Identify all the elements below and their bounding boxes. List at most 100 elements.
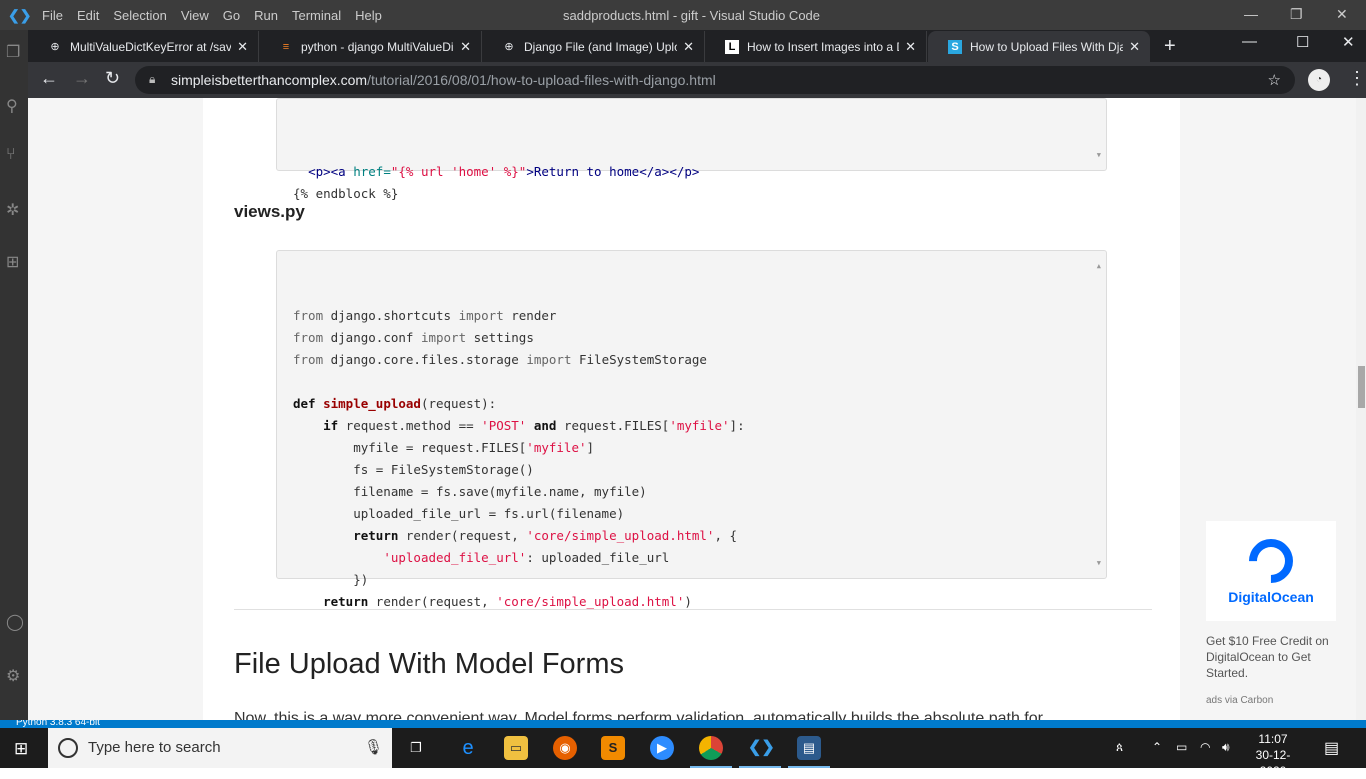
action-center-icon[interactable]: ▤ — [1324, 738, 1339, 758]
task-view-icon[interactable]: ❐ — [404, 736, 428, 760]
code-token: return — [323, 594, 369, 609]
code-scroll-down-icon[interactable]: ▼ — [1097, 144, 1101, 166]
code-token: >Return to home</a></p> — [526, 164, 700, 179]
code-token: 'myfile' — [526, 440, 587, 455]
edge-icon[interactable]: e — [456, 736, 480, 760]
back-arrow-icon[interactable]: ← — [40, 68, 58, 89]
browser-tab[interactable]: L How to Insert Images into a Database ✕ — [705, 31, 927, 62]
kebab-menu-icon[interactable]: ⋮ — [1348, 68, 1366, 89]
code-token: ] — [586, 440, 595, 455]
debug-icon[interactable]: ✲ — [6, 200, 19, 220]
code-token: 'POST' — [481, 418, 527, 433]
taskbar-clock[interactable]: 11:07 30-12-2020 — [1244, 731, 1302, 779]
browser-minimize-icon[interactable]: — — [1242, 33, 1257, 50]
vscode-taskbar-icon[interactable]: ❮❯ — [748, 736, 775, 760]
browser-tab[interactable]: ⊕ Django File (and Image) Uploads ✕ — [482, 31, 705, 62]
code-token: django.core.files.storage — [323, 352, 527, 367]
python-interpreter[interactable]: Python 3.8.3 64-bit — [16, 720, 100, 728]
close-tab-icon[interactable]: ✕ — [683, 39, 694, 55]
windows-start-icon[interactable]: ⊞ — [14, 739, 28, 759]
new-tab-icon[interactable]: + — [1164, 35, 1176, 58]
wifi-icon[interactable]: ◠ — [1200, 740, 1210, 754]
tray-chevron-up-icon[interactable]: ⌃ — [1152, 740, 1162, 754]
globe-icon: ⊕ — [50, 40, 60, 53]
app-taskbar-icon[interactable]: ▤ — [797, 736, 821, 760]
menu-terminal[interactable]: Terminal — [292, 8, 341, 23]
vscode-maximize-icon[interactable]: ❐ — [1290, 6, 1303, 23]
profile-avatar-icon[interactable]: ◔ — [1308, 69, 1330, 91]
menu-help[interactable]: Help — [355, 8, 382, 23]
lock-icon: 🔒︎ — [149, 72, 156, 86]
settings-gear-icon[interactable]: ⚙ — [6, 666, 20, 686]
forward-arrow-icon[interactable]: → — [73, 68, 91, 89]
code-token: ) — [684, 594, 692, 609]
code-token: render — [503, 308, 557, 323]
code-token: filename = fs.save(myfile.name, myfile) — [293, 484, 647, 499]
reload-icon[interactable]: ↻ — [105, 68, 120, 89]
browser-maximize-icon[interactable]: ☐ — [1296, 33, 1309, 51]
code-line: if request.method == 'POST' and request.… — [293, 415, 1106, 437]
firefox-icon[interactable]: ◉ — [553, 736, 577, 760]
source-control-icon[interactable]: ⑂ — [6, 146, 16, 164]
people-icon[interactable]: ጰ — [1116, 740, 1123, 755]
volume-icon[interactable]: 🔊︎ — [1222, 740, 1230, 755]
code-token: from — [293, 308, 324, 323]
carbon-ad[interactable]: DigitalOcean Get $10 Free Credit on Digi… — [1206, 521, 1336, 706]
menu-selection[interactable]: Selection — [113, 8, 166, 23]
code-line: myfile = request.FILES['myfile'] — [293, 437, 1106, 459]
menu-file[interactable]: File — [42, 8, 63, 23]
file-explorer-icon[interactable]: ▭ — [504, 736, 528, 760]
close-tab-icon[interactable]: ✕ — [237, 39, 248, 55]
page-scrollbar[interactable] — [1356, 98, 1366, 720]
search-icon[interactable]: ⚲ — [6, 96, 18, 116]
vscode-logo-icon[interactable]: ❮❯ — [8, 7, 31, 24]
battery-icon[interactable]: ▭ — [1176, 740, 1187, 754]
menu-run[interactable]: Run — [254, 8, 278, 23]
browser-tab[interactable]: ⊕ MultiValueDictKeyError at /save ✕ — [28, 31, 259, 62]
bookmark-star-icon[interactable]: ☆ — [1268, 71, 1281, 89]
code-scroll-down-icon[interactable]: ▼ — [1097, 552, 1101, 574]
tab-title: python - django MultiValueDictKeyError — [301, 39, 454, 54]
windows-taskbar: ⊞ Type here to search 🎙︎ ❐ e ▭ ◉ S ▶ ❮❯ … — [0, 728, 1366, 778]
code-line: return render(request, 'core/simple_uplo… — [293, 525, 1106, 547]
address-bar[interactable]: 🔒︎ simpleisbetterthancomplex.com/tutoria… — [135, 66, 1295, 94]
account-icon[interactable]: ◯ — [6, 612, 24, 632]
close-tab-icon[interactable]: ✕ — [905, 39, 916, 55]
sublime-text-icon[interactable]: S — [601, 736, 625, 760]
ad-via[interactable]: ads via Carbon — [1206, 695, 1336, 706]
scrollbar-thumb[interactable] — [1358, 366, 1365, 408]
ad-text[interactable]: Get $10 Free Credit on DigitalOcean to G… — [1206, 633, 1336, 681]
code-line: from django.core.files.storage import Fi… — [293, 349, 1106, 371]
microphone-icon[interactable]: 🎙︎ — [364, 738, 383, 756]
zoom-icon[interactable]: ▶ — [650, 736, 674, 760]
explorer-icon[interactable]: ❐ — [6, 42, 20, 62]
code-scroll-up-icon[interactable]: ▲ — [1097, 255, 1101, 277]
browser-tab[interactable]: ≡ python - django MultiValueDictKeyError… — [259, 31, 482, 62]
ad-image[interactable]: DigitalOcean — [1206, 521, 1336, 621]
vscode-close-icon[interactable]: ✕ — [1336, 6, 1348, 23]
tab-title: How to Insert Images into a Database — [747, 39, 899, 54]
close-tab-icon[interactable]: ✕ — [460, 39, 471, 55]
taskbar-search[interactable]: Type here to search 🎙︎ — [48, 728, 392, 768]
intro-paragraph: Now, this is a way more convenient way. … — [234, 710, 1043, 720]
code-token: , { — [714, 528, 738, 543]
browser-tab-active[interactable]: S How to Upload Files With Django ✕ — [928, 31, 1150, 62]
extensions-icon[interactable]: ⊞ — [6, 252, 19, 272]
menu-go[interactable]: Go — [223, 8, 240, 23]
code-block-template: <p><a href="{% url 'home' %}">Return to … — [276, 98, 1107, 201]
vscode-minimize-icon[interactable]: — — [1244, 6, 1258, 22]
menu-edit[interactable]: Edit — [77, 8, 99, 23]
menu-view[interactable]: View — [181, 8, 209, 23]
chrome-icon[interactable] — [699, 736, 723, 760]
code-token: (request): — [420, 396, 497, 411]
tab-title: Django File (and Image) Uploads — [524, 39, 677, 54]
close-tab-icon[interactable]: ✕ — [1129, 39, 1140, 55]
code-line: from django.shortcuts import render — [293, 305, 1106, 327]
browser-close-icon[interactable]: ✕ — [1342, 33, 1355, 51]
letter-s-icon: S — [948, 39, 962, 54]
